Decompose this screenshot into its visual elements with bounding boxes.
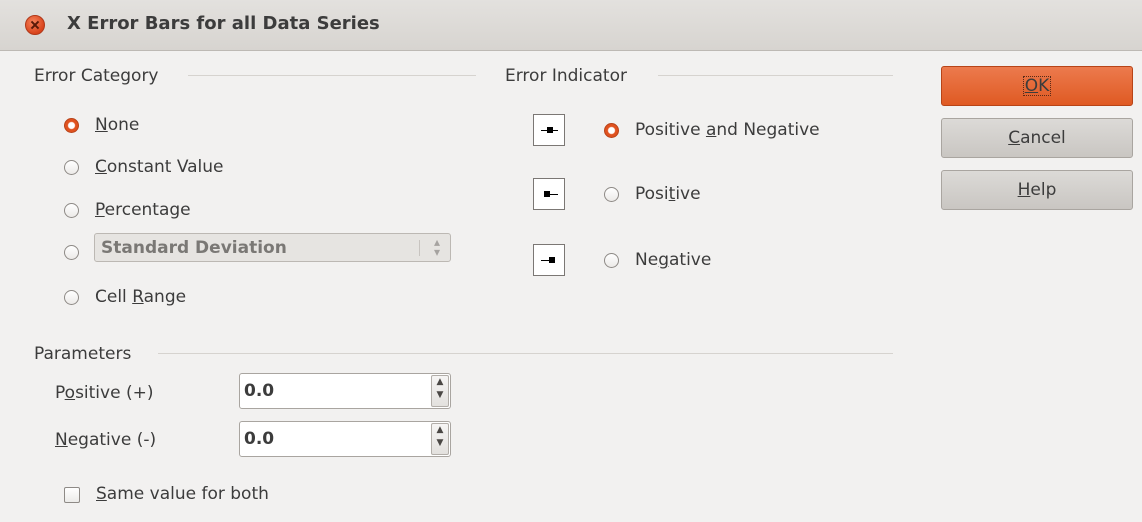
radio-positive-and-negative-indicator[interactable] bbox=[604, 122, 619, 138]
spin-up-icon: ▲ bbox=[436, 377, 444, 387]
negative-field-label: Negative (-) bbox=[55, 430, 157, 450]
positive-spin-buttons[interactable]: ▲ ▼ bbox=[431, 375, 449, 407]
radio-percentage-indicator[interactable] bbox=[64, 202, 79, 218]
positive-value-spinner[interactable]: 0.0 ▲ ▼ bbox=[239, 373, 451, 409]
negative-value-spinner[interactable]: 0.0 ▲ ▼ bbox=[239, 421, 451, 457]
ok-button[interactable]: OK bbox=[941, 66, 1133, 106]
parameters-heading: Parameters bbox=[34, 344, 132, 364]
spin-up-icon: ▲ bbox=[436, 425, 444, 435]
same-value-label[interactable]: Same value for both bbox=[96, 484, 269, 504]
negative-icon bbox=[533, 244, 565, 276]
radio-positive-and-negative[interactable]: Positive and Negative bbox=[604, 120, 820, 140]
parameters-separator bbox=[158, 353, 893, 354]
spin-down-icon: ▼ bbox=[436, 390, 444, 400]
error-bars-dialog: X Error Bars for all Data Series Error C… bbox=[0, 0, 1142, 522]
radio-cell-range-label: Cell Range bbox=[95, 287, 187, 307]
function-combo-value: Standard Deviation bbox=[101, 238, 287, 258]
radio-cell-range[interactable]: Cell Range bbox=[64, 287, 186, 307]
title-bar: X Error Bars for all Data Series bbox=[0, 0, 1142, 51]
radio-positive-indicator[interactable] bbox=[604, 186, 619, 202]
negative-spin-buttons[interactable]: ▲ ▼ bbox=[431, 423, 449, 455]
radio-constant-value[interactable]: Constant Value bbox=[64, 157, 224, 177]
radio-none-label: None bbox=[95, 115, 140, 135]
radio-percentage[interactable]: Percentage bbox=[64, 200, 191, 220]
radio-function-indicator[interactable] bbox=[64, 245, 79, 260]
radio-cell-range-indicator[interactable] bbox=[64, 289, 79, 305]
positive-icon bbox=[533, 178, 565, 210]
positive-field-label: Positive (+) bbox=[55, 383, 154, 403]
positive-value[interactable]: 0.0 bbox=[244, 381, 274, 401]
function-combo[interactable]: Standard Deviation ▴ ▾ bbox=[94, 233, 451, 262]
help-button-label: Help bbox=[1017, 180, 1057, 200]
radio-none-indicator[interactable] bbox=[64, 117, 79, 133]
radio-function[interactable] bbox=[64, 245, 79, 260]
positive-and-negative-icon bbox=[533, 114, 565, 146]
negative-value[interactable]: 0.0 bbox=[244, 429, 274, 449]
cancel-button[interactable]: Cancel bbox=[941, 118, 1133, 158]
same-value-checkbox[interactable] bbox=[64, 487, 80, 503]
radio-positive[interactable]: Positive bbox=[604, 184, 701, 204]
error-category-heading: Error Category bbox=[34, 66, 159, 86]
combo-arrows-icon: ▴ ▾ bbox=[433, 235, 440, 259]
radio-percentage-label: Percentage bbox=[95, 200, 191, 220]
radio-positive-label: Positive bbox=[635, 184, 701, 204]
radio-constant-value-label: Constant Value bbox=[95, 157, 224, 177]
dialog-title: X Error Bars for all Data Series bbox=[67, 13, 380, 34]
radio-negative-label: Negative bbox=[635, 250, 712, 270]
radio-negative[interactable]: Negative bbox=[604, 250, 711, 270]
close-icon[interactable] bbox=[25, 15, 45, 35]
ok-button-label: OK bbox=[1022, 76, 1052, 96]
combo-divider bbox=[419, 240, 420, 256]
help-button[interactable]: Help bbox=[941, 170, 1133, 210]
radio-constant-value-indicator[interactable] bbox=[64, 159, 79, 175]
cancel-button-label: Cancel bbox=[1008, 128, 1066, 148]
error-category-separator bbox=[188, 75, 476, 76]
radio-positive-and-negative-label: Positive and Negative bbox=[635, 120, 820, 140]
radio-negative-indicator[interactable] bbox=[604, 252, 619, 268]
error-indicator-heading: Error Indicator bbox=[505, 66, 627, 86]
error-indicator-separator bbox=[658, 75, 893, 76]
radio-none[interactable]: None bbox=[64, 115, 139, 135]
spin-down-icon: ▼ bbox=[436, 438, 444, 448]
